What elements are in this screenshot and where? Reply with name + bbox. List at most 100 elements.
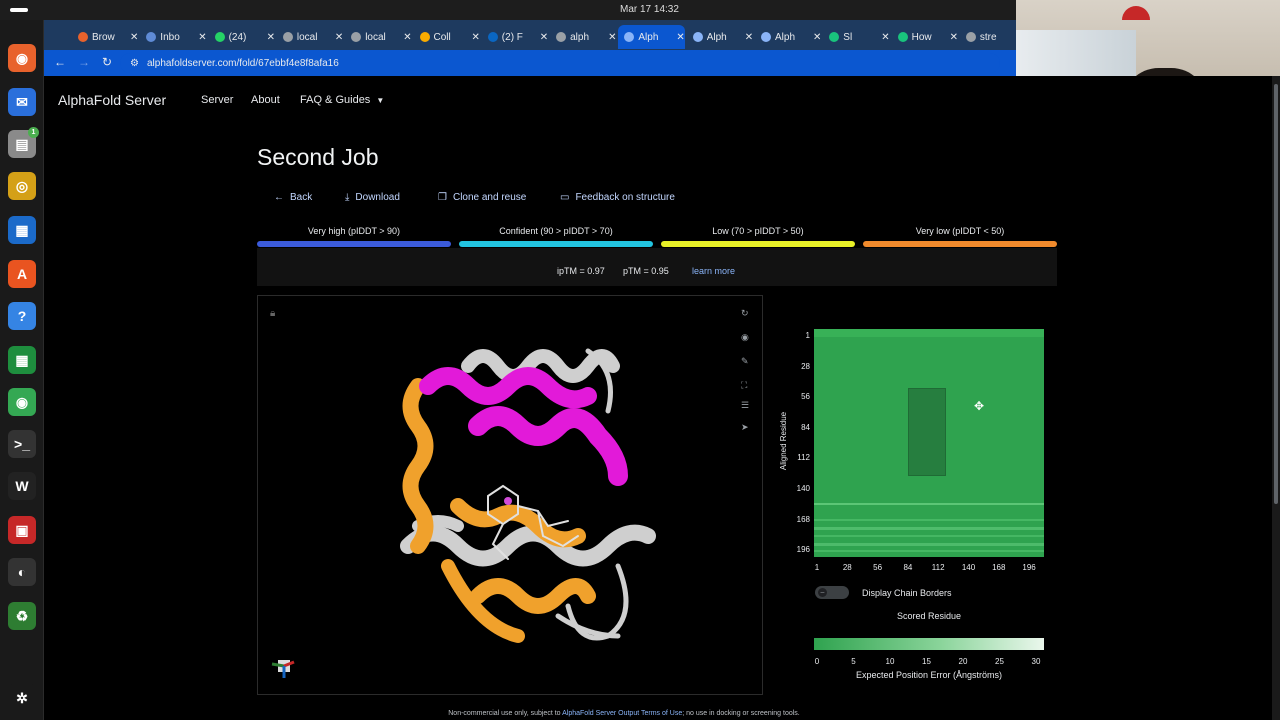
browser-tab[interactable]: (2) F ✕: [482, 25, 549, 49]
tab-close-icon[interactable]: ✕: [540, 32, 548, 43]
pae-y-tick: 84: [801, 422, 810, 432]
tab-favicon-icon: [624, 32, 635, 42]
ptm-score: pTM = 0.95: [623, 266, 669, 276]
tab-favicon-icon: [419, 32, 430, 42]
tab-close-icon[interactable]: ✕: [813, 32, 821, 43]
back-arrow-icon[interactable]: ←: [54, 55, 66, 69]
tab-close-icon[interactable]: ✕: [950, 32, 958, 43]
tab-favicon-icon: [965, 32, 976, 42]
browser-tab[interactable]: Sl ✕: [823, 25, 890, 49]
dock-wps-icon[interactable]: W: [8, 472, 36, 500]
site-title[interactable]: AlphaFold Server: [58, 92, 166, 108]
nav-server[interactable]: Server: [201, 94, 233, 106]
notification-badge: 1: [28, 127, 39, 138]
pae-x-tick: 28: [842, 563, 852, 572]
legend-label: Very high (pIDDT > 90): [307, 226, 401, 236]
download-button[interactable]: ⤓ Download: [345, 192, 400, 203]
nav-about[interactable]: About: [251, 94, 280, 106]
legend-bar: [257, 241, 451, 247]
pae-y-tick: 1: [805, 331, 810, 340]
footer-text-post: ; no use in docking or screening tools.: [682, 710, 800, 717]
feedback-label: Feedback on structure: [575, 192, 675, 203]
clone-reuse-button[interactable]: ❐ Clone and reuse: [438, 192, 526, 203]
tab-close-icon[interactable]: ✕: [335, 32, 343, 43]
dock-calc-icon[interactable]: ▦: [8, 346, 36, 374]
dock-app-center-icon[interactable]: A: [8, 260, 36, 288]
dock-writer-icon[interactable]: ▦: [8, 216, 36, 244]
pendant-lamp: [1122, 6, 1150, 20]
legend-very-high: Very high (pIDDT > 90): [257, 226, 451, 247]
pae-colorbar: [814, 638, 1044, 650]
tab-close-icon[interactable]: ✕: [608, 32, 616, 43]
browser-tab[interactable]: Alph ✕: [755, 25, 822, 49]
learn-more-link[interactable]: learn more: [692, 266, 735, 276]
tab-close-icon[interactable]: ✕: [267, 32, 275, 43]
browser-tab[interactable]: Brow ✕: [72, 25, 139, 49]
tab-close-icon[interactable]: ✕: [198, 32, 206, 43]
tab-close-icon[interactable]: ✕: [472, 32, 480, 43]
tab-close-icon[interactable]: ✕: [403, 32, 411, 43]
heatmap-selection-box[interactable]: [908, 388, 946, 476]
pae-y-tick: 140: [796, 484, 810, 493]
colorbar-tick: 25: [995, 657, 1004, 666]
footer-text-pre: Non-commercial use only, subject to: [448, 710, 563, 717]
browser-tab[interactable]: How ✕: [892, 25, 959, 49]
browser-tab[interactable]: local ✕: [277, 25, 344, 49]
tab-close-icon[interactable]: ✕: [745, 32, 753, 43]
dock-firefox-icon[interactable]: ◉: [8, 44, 36, 72]
dock-obs-icon[interactable]: ◐: [8, 558, 36, 586]
dock-rhythmbox-icon[interactable]: ◎: [8, 172, 36, 200]
tab-title: Alph: [775, 31, 796, 43]
tab-favicon-icon: [282, 32, 293, 42]
dock-show-apps-icon[interactable]: ✲: [8, 684, 36, 712]
back-button[interactable]: ← Back: [274, 192, 312, 203]
structure-viewer[interactable]: 🔒︎ ↻ ◉ ✎ ⛶ ☰ ➤: [257, 295, 763, 695]
heatmap-row-band: [814, 535, 1044, 537]
browser-tab[interactable]: (24) ✕: [209, 25, 276, 49]
browser-tab[interactable]: Alph ✕: [618, 25, 686, 49]
tab-close-icon[interactable]: ✕: [130, 32, 138, 43]
tab-title: How: [911, 31, 932, 43]
legend-label: Very low (pIDDT < 50): [915, 226, 1005, 236]
browser-tab[interactable]: Alph ✕: [687, 25, 754, 49]
page-scrollbar[interactable]: [1272, 76, 1280, 720]
reload-icon[interactable]: ↻: [102, 55, 112, 69]
colorbar-tick: 30: [1031, 657, 1041, 666]
dock-files-icon[interactable]: ▤ 1: [8, 127, 39, 158]
legend-low: Low (70 > pIDDT > 50): [661, 226, 855, 247]
feedback-button[interactable]: ▭ Feedback on structure: [560, 192, 675, 203]
tab-title: (2) F: [501, 31, 523, 43]
tab-title: Alph: [638, 31, 659, 43]
tab-favicon-icon: [761, 32, 771, 42]
chain-borders-toggle[interactable]: –: [815, 586, 849, 599]
chain-borders-label: Display Chain Borders: [862, 588, 952, 598]
address-bar[interactable]: ⚙ alphafoldserver.com/fold/67ebbf4e8f8af…: [120, 53, 1000, 73]
tab-close-icon[interactable]: ✕: [676, 32, 684, 43]
browser-tab[interactable]: Inbo ✕: [140, 25, 207, 49]
iptm-score: ipTM = 0.97: [557, 266, 605, 276]
dock-document-viewer-icon[interactable]: ▣: [8, 516, 36, 544]
site-info-icon[interactable]: ⚙: [130, 58, 139, 69]
browser-tab[interactable]: local ✕: [345, 25, 412, 49]
system-clock[interactable]: Mar 17 14:32: [620, 4, 679, 15]
dock-thunderbird-icon[interactable]: ✉: [8, 88, 36, 116]
browser-tab[interactable]: alph ✕: [550, 25, 617, 49]
application-dock: ◉ ✉ ▤ 1 ◎ ▦ A? ▦ ◉ >_ W ▣ ◐ ♻ ✲: [0, 20, 44, 720]
forward-arrow-icon[interactable]: →: [78, 55, 90, 69]
terms-link[interactable]: AlphaFold Server Output Terms of Use: [562, 710, 682, 717]
dock-trash-icon[interactable]: ♻: [8, 602, 36, 630]
tab-close-icon[interactable]: ✕: [881, 32, 889, 43]
dock-terminal-icon[interactable]: >_: [8, 430, 36, 458]
activities-indicator[interactable]: [10, 8, 28, 12]
pae-x-tick: 168: [992, 563, 1006, 572]
browser-tab[interactable]: Coll ✕: [414, 25, 481, 49]
nav-faq-guides[interactable]: FAQ & Guides ▼: [300, 94, 384, 106]
pae-heatmap[interactable]: [814, 329, 1044, 557]
scrollbar-thumb[interactable]: [1274, 84, 1278, 504]
dock-help-icon[interactable]: ?: [8, 302, 36, 330]
job-title: Second Job: [257, 144, 379, 170]
dock-chrome-icon[interactable]: ◉: [8, 388, 36, 416]
tab-title: local: [365, 31, 386, 43]
heatmap-row-band: [814, 550, 1044, 552]
heatmap-row-band: [814, 519, 1044, 521]
